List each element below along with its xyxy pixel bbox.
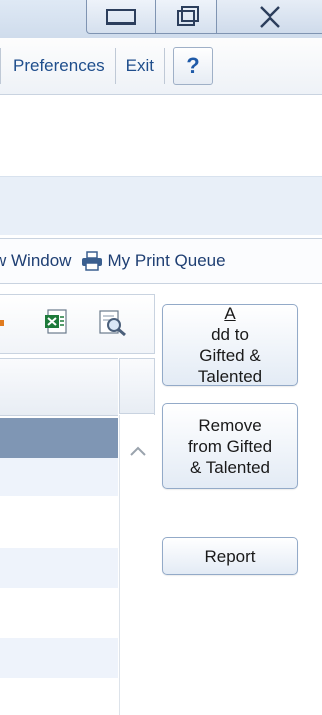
remove-from-gifted-talented-button[interactable]: Remove from Gifted & Talented (162, 403, 298, 489)
table-row[interactable] (0, 588, 118, 638)
my-print-queue-link[interactable]: My Print Queue (81, 250, 226, 272)
menu-bar: Preferences Exit ? (0, 38, 322, 95)
report-label: Report (204, 546, 256, 566)
menu-divider (164, 48, 166, 84)
student-grid (0, 358, 155, 715)
my-print-queue-label: My Print Queue (107, 251, 226, 270)
chevron-up-icon[interactable] (129, 445, 147, 457)
close-button[interactable] (216, 0, 322, 34)
minimize-icon (106, 8, 136, 25)
report-button[interactable]: Report (162, 537, 298, 575)
add-label-rest: dd to (211, 325, 249, 344)
printer-icon (82, 251, 103, 271)
grid-header (0, 358, 118, 416)
remove-label-line3: & Talented (189, 457, 271, 477)
add-label-line3: Talented (197, 367, 263, 386)
minimize-button[interactable] (86, 0, 156, 34)
new-window-link[interactable]: w Window (0, 251, 71, 271)
toolbar-fragment-icon (0, 313, 4, 331)
table-row[interactable] (0, 638, 118, 678)
table-row[interactable] (0, 458, 118, 496)
table-row[interactable] (0, 548, 118, 588)
print-preview-icon[interactable] (98, 309, 128, 342)
add-to-gifted-talented-button[interactable]: Add to Gifted & Talented (162, 304, 298, 386)
link-bar: w Window My Print Queue (0, 238, 322, 284)
remove-label-line1: Remove (198, 415, 262, 435)
window-title-bar (0, 0, 322, 38)
restore-icon (177, 5, 199, 26)
table-row[interactable] (0, 418, 118, 458)
restore-button[interactable] (155, 0, 217, 34)
excel-export-icon[interactable] (44, 309, 70, 340)
access-key-letter: A (224, 304, 236, 323)
grid-header-corner (119, 358, 154, 414)
grid-toolbar (0, 294, 155, 354)
header-band (0, 176, 322, 235)
close-icon (260, 5, 280, 28)
grid-scrollbar[interactable] (119, 415, 155, 715)
remove-label-line2: from Gifted (187, 436, 273, 456)
table-row[interactable] (0, 496, 118, 548)
help-button[interactable]: ? (173, 47, 214, 85)
preferences-link[interactable]: Preferences (1, 56, 115, 76)
add-label-line2: Gifted & (199, 346, 261, 365)
exit-link[interactable]: Exit (116, 56, 164, 76)
